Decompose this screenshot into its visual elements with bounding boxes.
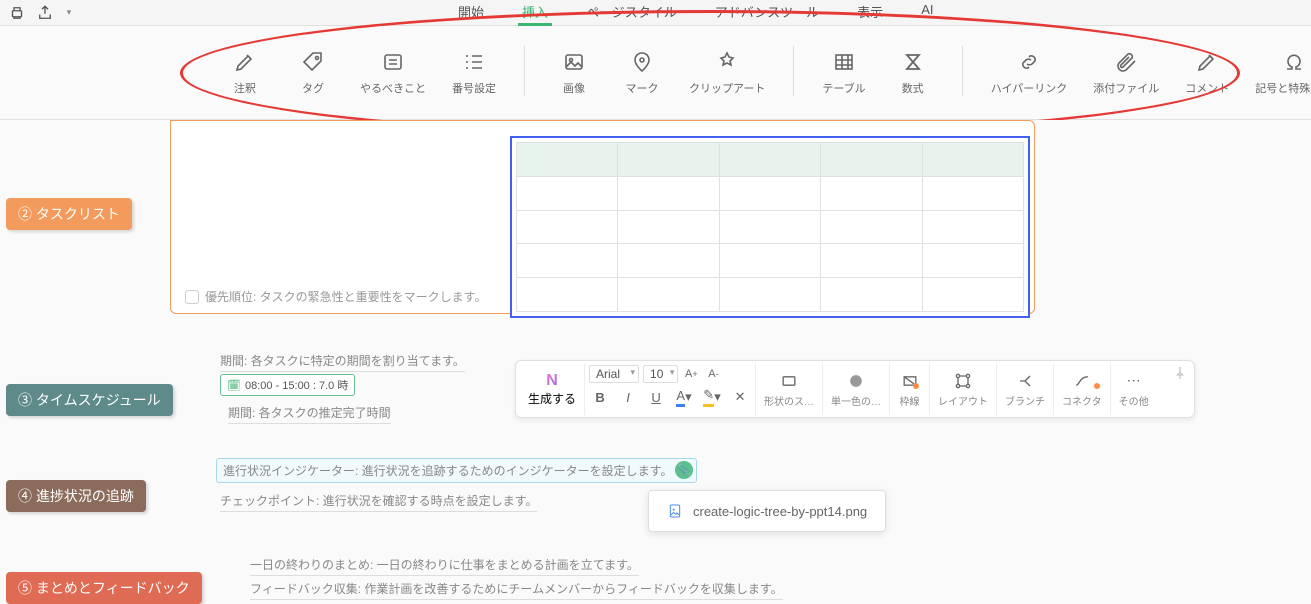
ribbon-table[interactable]: テーブル (818, 46, 869, 100)
layout-icon (953, 371, 973, 391)
comment-icon (1195, 50, 1219, 74)
time-period-line[interactable]: 期間: 各タスクに特定の期間を割り当てます。 (220, 352, 465, 372)
pin-icon[interactable] (1172, 365, 1188, 381)
ribbon-comment[interactable]: コメント (1181, 46, 1233, 100)
font-increase[interactable]: A+ (682, 365, 700, 383)
ribbon-separator (524, 46, 525, 96)
rect-icon (779, 371, 799, 391)
progress-indicator-row[interactable]: 進行状況インジケーター: 進行状況を追跡するためのインジケーターを設定します。 … (216, 458, 697, 483)
node-tasklist[interactable]: ② タスクリスト (6, 198, 132, 230)
omega-icon (1282, 50, 1306, 74)
table-grid[interactable] (516, 142, 1024, 312)
indicator-dot (1094, 383, 1100, 389)
checkpoint-line[interactable]: チェックポイント: 進行状況を確認する時点を設定します。 (220, 492, 537, 512)
tab-start[interactable]: 開始 (454, 0, 488, 26)
ribbon-hyperlink[interactable]: ハイパーリンク (987, 46, 1072, 100)
clock-icon: 🗓 (227, 379, 241, 392)
ai-icon: N (546, 372, 558, 390)
attachment-badge-icon[interactable]: 📎 (675, 461, 693, 479)
file-image-icon (667, 503, 683, 519)
shape-style-button[interactable]: 形状のス… (756, 363, 823, 415)
mindmap-canvas[interactable]: 優先順位: タスクの緊急性と重要性をマークします。 ② タスクリスト ③ タイム… (0, 120, 1311, 594)
highlight-button[interactable]: ✎▾ (701, 387, 723, 407)
mark-icon (630, 50, 654, 74)
share-icon[interactable] (36, 4, 54, 22)
ribbon-image[interactable]: 画像 (549, 46, 599, 100)
insert-ribbon: 注釈 タグ やるべきこと 番号設定 画像 マーク クリップアート テーブル 数式… (0, 26, 1311, 120)
ribbon-attach[interactable]: 添付ファイル (1089, 46, 1163, 100)
table-icon (832, 50, 856, 74)
font-family-select[interactable]: Arial (589, 365, 639, 383)
bold-button[interactable]: B (589, 387, 611, 407)
tab-insert[interactable]: 挿入 (518, 0, 552, 26)
italic-button[interactable]: I (617, 387, 639, 407)
ribbon-todo[interactable]: やるべきこと (356, 46, 430, 100)
table-row (517, 210, 1024, 244)
clear-format-button[interactable]: ✕ (729, 387, 751, 407)
formula-icon (901, 50, 925, 74)
ribbon-separator (793, 46, 794, 96)
table-row (517, 143, 1024, 177)
table-row (517, 244, 1024, 278)
attachment-filename: create-logic-tree-by-ppt14.png (693, 504, 867, 519)
font-controls: Arial 10 A+ A- B I U A▾ ✎▾ ✕ (585, 363, 756, 415)
connector-icon (1072, 371, 1092, 391)
selected-table[interactable] (510, 136, 1030, 318)
circle-icon (846, 371, 866, 391)
tab-view[interactable]: 表示 (853, 0, 887, 26)
ribbon-tag[interactable]: タグ (288, 46, 338, 100)
time-estimate-line[interactable]: 期間: 各タスクの推定完了時間 (228, 404, 391, 424)
table-row (517, 176, 1024, 210)
more-button[interactable]: ⋯ その他 (1111, 363, 1157, 415)
generate-button[interactable]: N 生成する (520, 363, 585, 415)
tag-icon (301, 50, 325, 74)
node-summary[interactable]: ⑤ まとめとフィードバック (6, 572, 202, 604)
underline-button[interactable]: U (645, 387, 667, 407)
image-icon (562, 50, 586, 74)
link-icon (1017, 50, 1041, 74)
title-bar: ▾ 開始 挿入 ページスタイル アドバンスツール 表示 AI (0, 0, 1311, 26)
font-color-button[interactable]: A▾ (673, 387, 695, 407)
ribbon-mark[interactable]: マーク (617, 46, 667, 100)
numlist-icon (462, 50, 486, 74)
border-button[interactable]: 枠線 (890, 363, 930, 415)
floating-toolbar: N 生成する Arial 10 A+ A- B I U A▾ ✎▾ ✕ 形状のス… (515, 360, 1195, 418)
summary-line1[interactable]: 一日の終わりのまとめ: 一日の終わりに仕事をまとめる計画を立てます。 (250, 556, 639, 576)
ribbon-symbol[interactable]: 記号と特殊文字 (1251, 46, 1311, 100)
more-icon: ⋯ (1127, 371, 1141, 391)
ribbon-clipart[interactable]: クリップアート (685, 46, 769, 100)
checkbox-icon[interactable] (185, 290, 199, 304)
ribbon-separator (962, 46, 963, 96)
ribbon-formula[interactable]: 数式 (888, 46, 938, 100)
tab-advanced[interactable]: アドバンスツール (711, 0, 823, 26)
ribbon-numbering[interactable]: 番号設定 (448, 46, 500, 100)
ribbon-annotation[interactable]: 注釈 (220, 46, 270, 100)
pencil-icon (233, 50, 257, 74)
time-chip[interactable]: 🗓 08:00 - 15:00 : 7.0 時 (220, 374, 355, 396)
print-icon[interactable] (8, 4, 26, 22)
menu-tabs: 開始 挿入 ページスタイル アドバンスツール 表示 AI (454, 0, 937, 26)
tab-pagestyle[interactable]: ページスタイル (582, 0, 681, 26)
priority-row[interactable]: 優先順位: タスクの緊急性と重要性をマークします。 (185, 288, 486, 305)
font-size-select[interactable]: 10 (643, 365, 678, 383)
node-timeschedule[interactable]: ③ タイムスケジュール (6, 384, 173, 416)
checklist-icon (381, 50, 405, 74)
layout-button[interactable]: レイアウト (930, 363, 997, 415)
branch-button[interactable]: ブランチ (997, 363, 1054, 415)
attachment-popup[interactable]: create-logic-tree-by-ppt14.png (648, 490, 886, 532)
font-decrease[interactable]: A- (704, 365, 722, 383)
dropdown-icon[interactable]: ▾ (64, 4, 74, 22)
summary-line2[interactable]: フィードバック収集: 作業計画を改善するためにチームメンバーからフィードバックを… (250, 580, 783, 600)
indicator-dot (913, 383, 919, 389)
connector-button[interactable]: コネクタ (1054, 363, 1111, 415)
clipart-icon (715, 50, 739, 74)
node-progress[interactable]: ④ 進捗状況の追跡 (6, 480, 146, 512)
table-row (517, 278, 1024, 312)
fill-color-button[interactable]: 単一色の… (823, 363, 890, 415)
tab-ai[interactable]: AI (917, 0, 937, 26)
branch-icon (1015, 371, 1035, 391)
attach-icon (1114, 50, 1138, 74)
